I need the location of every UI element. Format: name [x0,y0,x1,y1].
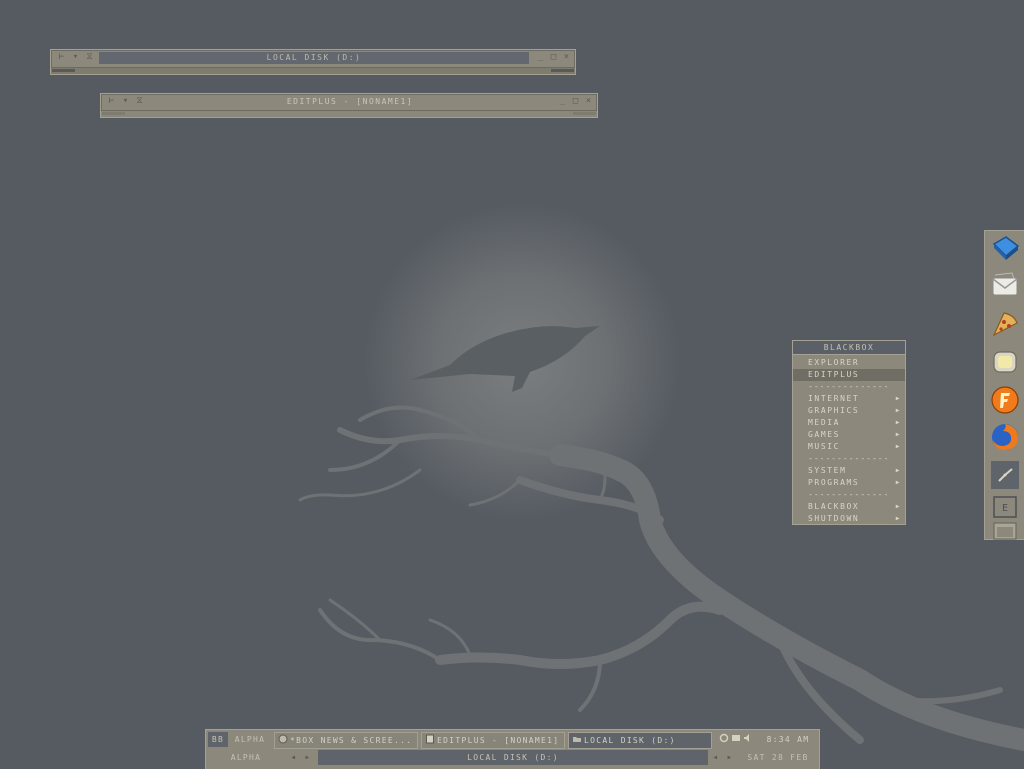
date-text: SAT 28 FEB [747,753,809,762]
root-menu[interactable]: BLACKBOX EXPLORER EDITPLUS -------------… [792,340,906,525]
firefox-icon[interactable] [989,421,1021,453]
taskbar-item-local-disk[interactable]: LOCAL DISK (D:) [568,732,712,749]
menu-item-games[interactable]: GAMES ▶ [793,429,905,441]
folder-icon [572,734,582,744]
taskbar-item-editplus[interactable]: EDITPLUS - [NONAME1] [421,732,565,749]
menu-item-explorer[interactable]: EXPLORER [793,357,905,369]
clock-icon[interactable] [989,459,1021,491]
window-titlebar[interactable]: ⊢ ▾ ⧖ EDITPLUS - [NONAME1] _ □ × [101,94,597,110]
tv-icon[interactable] [989,346,1021,378]
menu-separator: -------------- [808,454,890,463]
tray-gear-icon[interactable] [719,733,729,743]
toolbar: BB ALPHA *BOX NEWS & SCREE... EDITPLUS -… [205,729,820,769]
submenu-arrow-icon: ▶ [895,395,901,402]
mail-icon[interactable] [989,270,1021,302]
toolbar-bb-button[interactable]: BB [208,732,228,747]
menu-item-editplus[interactable]: EDITPLUS [793,369,905,381]
fl-studio-icon[interactable] [989,384,1021,416]
minimize-icon[interactable]: _ [558,97,567,106]
tray-icons[interactable] [717,732,759,747]
window-next-arrow[interactable]: ▶ [724,750,736,765]
menu-item-label: GRAPHICS [808,406,860,415]
window-prev-arrow[interactable]: ◀ [710,750,722,765]
shade-icon[interactable]: ⧖ [85,53,94,62]
window-editplus[interactable]: ⊢ ▾ ⧖ EDITPLUS - [NONAME1] _ □ × [100,93,598,118]
menu-item-blackbox[interactable]: BLACKBOX ▶ [793,501,905,513]
workspace-label[interactable]: ALPHA [230,732,270,747]
menu-item-media[interactable]: MEDIA ▶ [793,417,905,429]
submenu-arrow-icon: ▶ [895,479,901,486]
menu-item-label: SYSTEM [808,466,847,475]
submenu-arrow-icon: ▶ [895,431,901,438]
menu-item-label: SHUTDOWN [808,514,860,523]
menu-item-label: EXPLORER [808,358,860,367]
window-statusbar [51,67,575,74]
window-title: LOCAL DISK (D:) [99,52,529,64]
resize-grip-right[interactable] [551,69,574,72]
close-icon[interactable]: × [584,97,593,106]
window-title: EDITPLUS - [NONAME1] [286,97,414,106]
svg-text:E: E [1002,503,1008,514]
chevron-down-icon[interactable]: ▾ [121,97,130,106]
resize-grip-right[interactable] [573,112,596,115]
menu-item-label: INTERNET [808,394,860,403]
tray-disk-icon[interactable] [731,733,741,743]
maximize-icon[interactable]: □ [571,97,580,106]
menu-item-system[interactable]: SYSTEM ▶ [793,465,905,477]
submenu-arrow-icon: ▶ [895,443,901,450]
resize-grip-left[interactable] [102,112,125,115]
close-icon[interactable]: × [562,53,571,62]
clock-text: 8:34 AM [766,735,810,744]
taskbar-item-label: EDITPLUS - [NONAME1] [437,736,560,745]
menu-item-internet[interactable]: INTERNET ▶ [793,393,905,405]
taskbar-item-label: *BOX NEWS & SCREE... [290,736,413,745]
menu-item-label: BLACKBOX [808,502,860,511]
slit-dock: E [984,230,1024,540]
workspace-label-bottom[interactable]: ALPHA [208,750,284,765]
menu-item-label: MEDIA [808,418,841,427]
taskbar-item-boxnews[interactable]: *BOX NEWS & SCREE... [274,732,418,749]
pizza-icon[interactable] [989,308,1021,340]
minimize-icon[interactable]: _ [536,53,545,62]
window-icon[interactable] [989,515,1021,547]
submenu-arrow-icon: ▶ [895,419,901,426]
menu-item-label: GAMES [808,430,841,439]
submenu-arrow-icon: ▶ [895,515,901,522]
globe-icon [278,734,288,744]
workspace-prev-arrow[interactable]: ◀ [288,750,300,765]
tray-speaker-icon[interactable] [743,733,753,743]
current-window-label[interactable]: LOCAL DISK (D:) [318,750,708,765]
pin-icon[interactable]: ⊢ [57,53,66,62]
submenu-arrow-icon: ▶ [895,503,901,510]
document-icon [425,734,435,744]
window-statusbar [101,110,597,117]
menu-item-music[interactable]: MUSIC ▶ [793,441,905,453]
notebook-icon[interactable] [989,233,1021,265]
chevron-down-icon[interactable]: ▾ [71,53,80,62]
menu-separator: -------------- [808,382,890,391]
menu-title: BLACKBOX [793,341,905,355]
menu-item-graphics[interactable]: GRAPHICS ▶ [793,405,905,417]
window-local-disk[interactable]: ⊢ ▾ ⧖ LOCAL DISK (D:) _ □ × [50,49,576,75]
menu-item-label: PROGRAMS [808,478,860,487]
menu-item-label: EDITPLUS [808,370,860,379]
menu-item-programs[interactable]: PROGRAMS ▶ [793,477,905,489]
maximize-icon[interactable]: □ [549,53,558,62]
pin-icon[interactable]: ⊢ [107,97,116,106]
menu-item-shutdown[interactable]: SHUTDOWN ▶ [793,513,905,525]
window-titlebar[interactable]: ⊢ ▾ ⧖ LOCAL DISK (D:) _ □ × [51,50,575,66]
shade-icon[interactable]: ⧖ [135,97,144,106]
workspace-next-arrow[interactable]: ▶ [302,750,314,765]
taskbar-item-label: LOCAL DISK (D:) [584,736,676,745]
submenu-arrow-icon: ▶ [895,407,901,414]
menu-separator: -------------- [808,490,890,499]
resize-grip-left[interactable] [52,69,75,72]
submenu-arrow-icon: ▶ [895,467,901,474]
menu-item-label: MUSIC [808,442,841,451]
